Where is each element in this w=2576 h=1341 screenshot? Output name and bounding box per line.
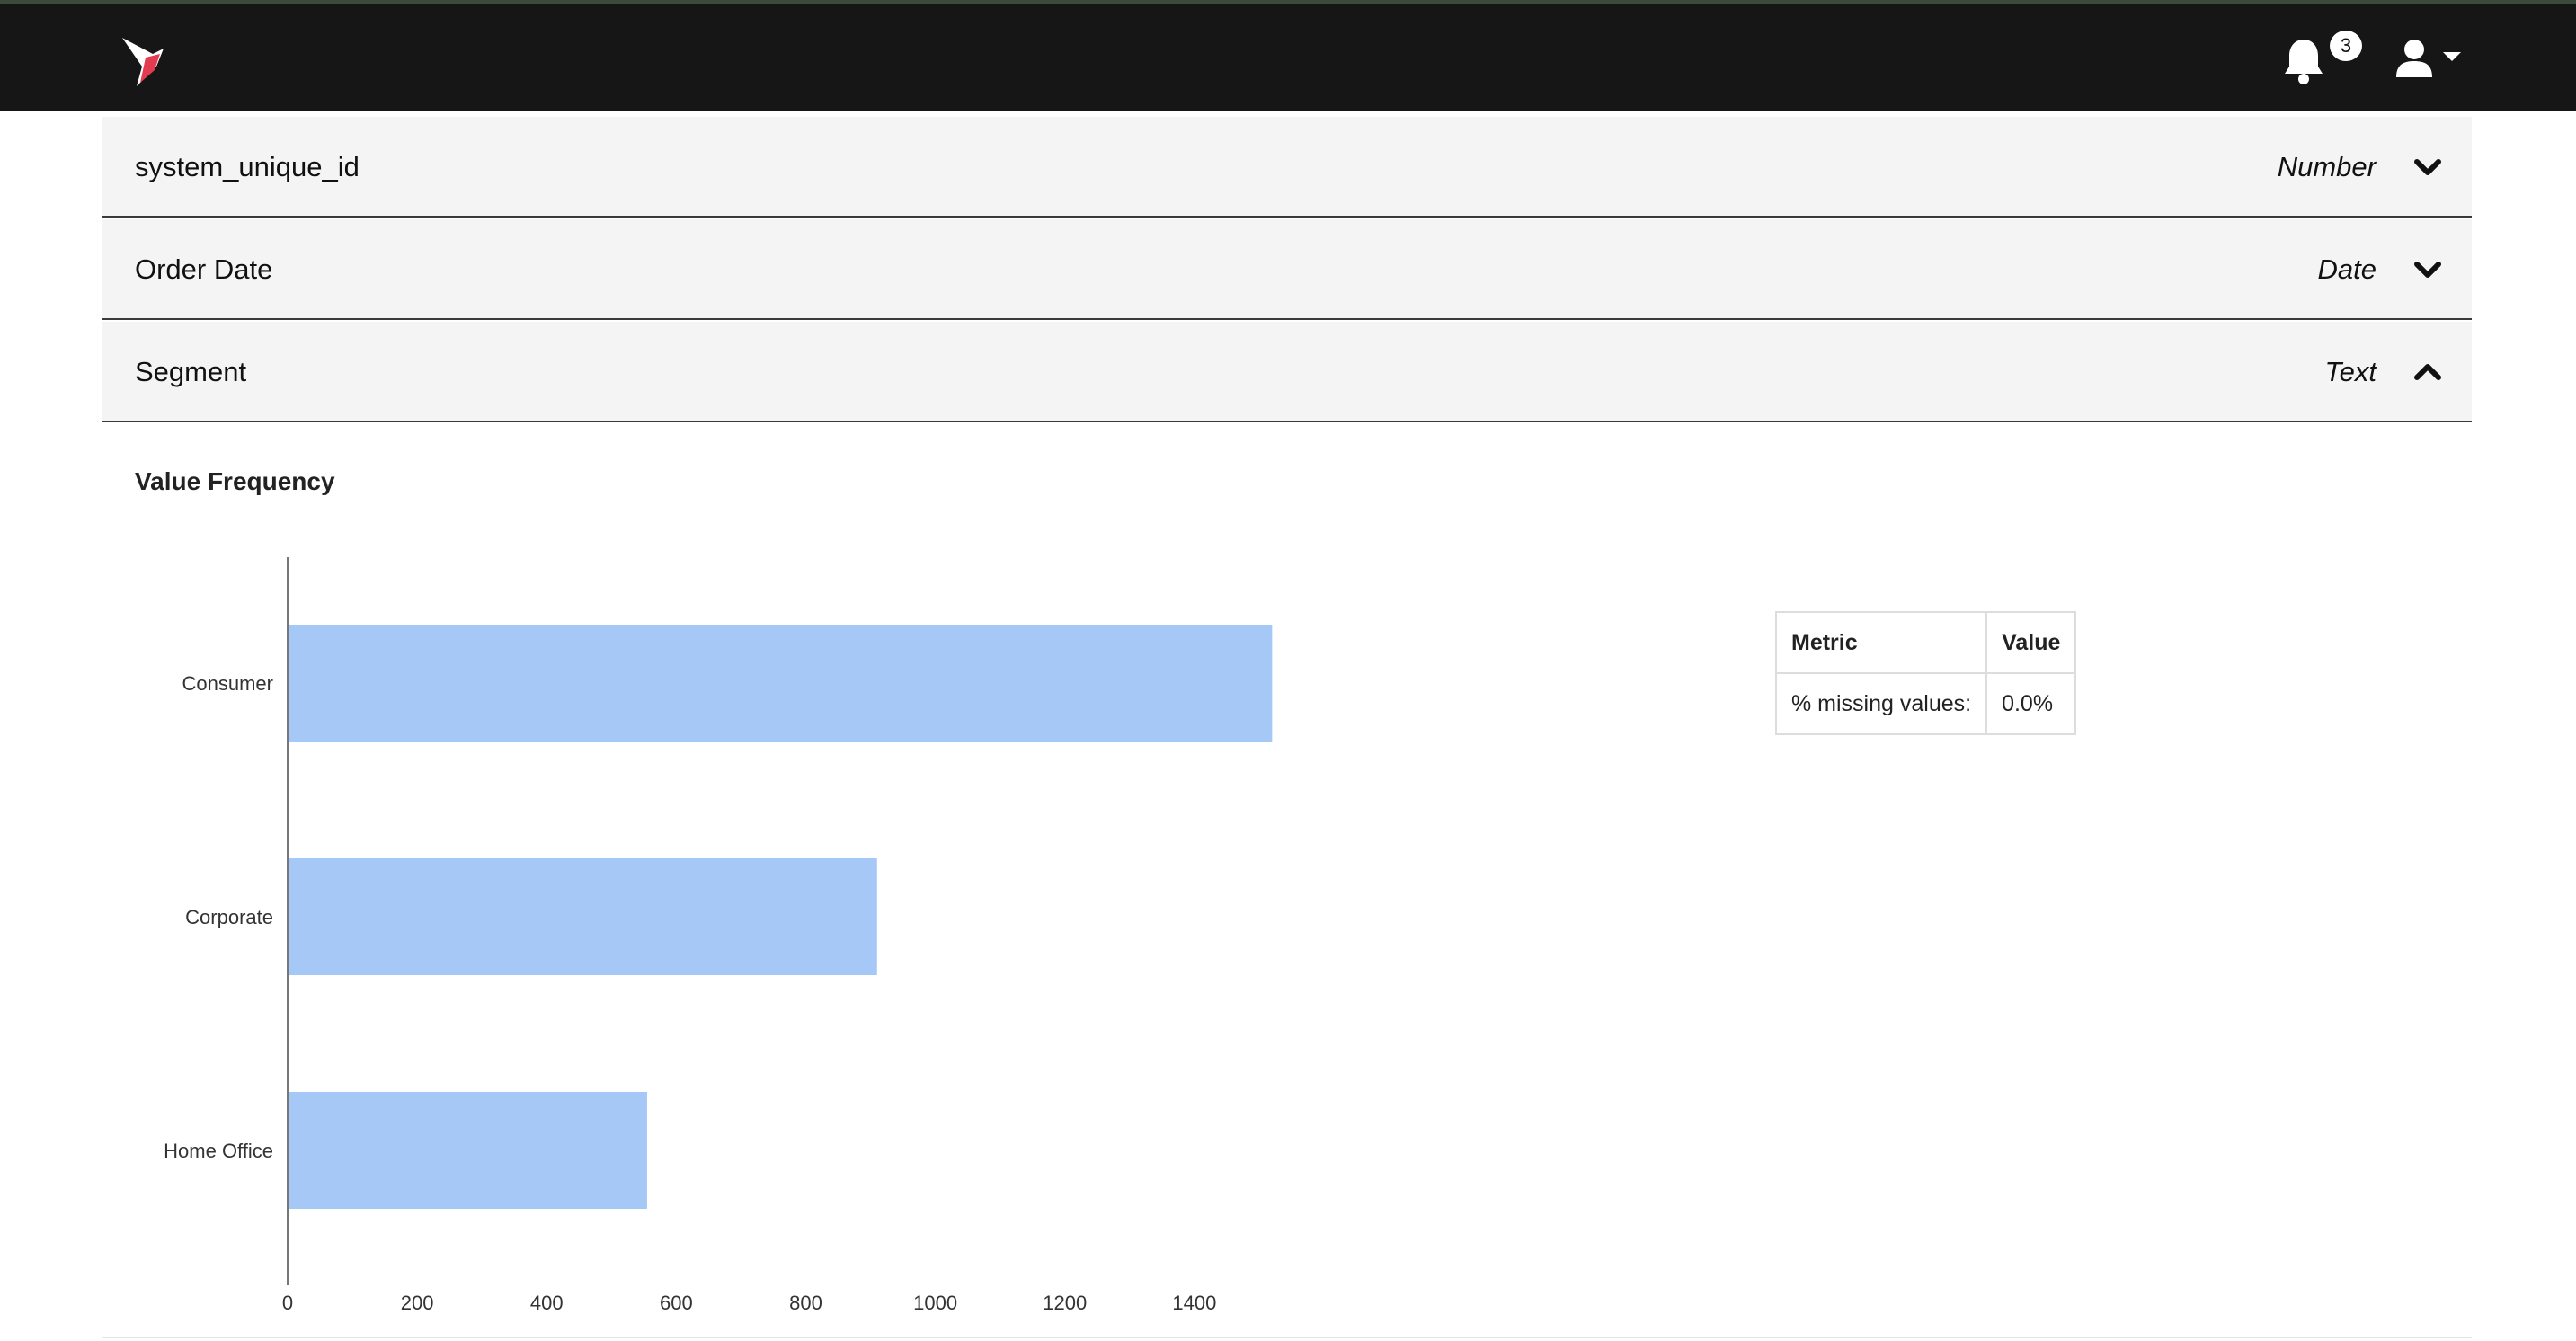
x-tick-label: 1400 [1172, 1292, 1216, 1314]
chevron-up-icon[interactable] [2414, 360, 2441, 385]
x-tick-label: 400 [530, 1292, 564, 1314]
column-type: Date [2317, 253, 2376, 285]
metrics-table: Metric Value % missing values: 0.0% [1774, 611, 2077, 735]
y-tick-label: Consumer [182, 672, 273, 695]
user-menu-button[interactable] [2394, 38, 2470, 79]
notification-count-badge: 3 [2330, 31, 2362, 61]
notifications-button[interactable] [2281, 36, 2326, 86]
metric-cell: % missing values: [1774, 672, 1988, 735]
chevron-down-icon[interactable] [2414, 257, 2441, 282]
column-row-system-unique-id[interactable]: system_unique_id Number [102, 117, 2472, 218]
value-cell: 0.0% [1985, 672, 2077, 735]
x-tick-label: 800 [789, 1292, 822, 1314]
x-tick-label: 200 [401, 1292, 434, 1314]
column-name: Segment [135, 356, 247, 387]
column-type: Text [2324, 356, 2376, 387]
y-tick-label: Corporate [185, 906, 273, 928]
column-name: system_unique_id [135, 151, 360, 182]
bell-icon [2285, 40, 2323, 84]
value-frequency-title: Value Frequency [135, 467, 335, 495]
metrics-table-header-row: Metric Value [1774, 611, 2077, 674]
top-navbar: 3 [0, 0, 2576, 111]
column-name: Order Date [135, 253, 273, 285]
x-tick-label: 0 [282, 1292, 293, 1314]
x-tick-label: 1000 [913, 1292, 957, 1314]
value-frequency-chart: Consumer Corporate Home Office 0 200 400 600 80… [164, 557, 1303, 1314]
divider [102, 1337, 2472, 1338]
bar-consumer [288, 625, 1273, 742]
y-tick-label: Home Office [164, 1140, 273, 1162]
x-tick-label: 1600 [1302, 1292, 1303, 1314]
bar-corporate [288, 858, 877, 975]
x-tick-label: 600 [660, 1292, 693, 1314]
chevron-down-icon[interactable] [2414, 155, 2441, 180]
table-row: % missing values: 0.0% [1774, 672, 2077, 735]
caret-down-icon [2443, 52, 2461, 61]
user-icon [2396, 40, 2461, 77]
metric-column-header: Metric [1774, 611, 1988, 674]
hummingbird-logo-icon[interactable] [119, 31, 185, 90]
x-tick-label: 1200 [1043, 1292, 1087, 1314]
value-column-header: Value [1985, 611, 2077, 674]
column-row-segment[interactable]: Segment Text [102, 322, 2472, 422]
column-row-order-date[interactable]: Order Date Date [102, 219, 2472, 320]
bar-home-office [288, 1092, 647, 1209]
column-type: Number [2277, 151, 2376, 182]
